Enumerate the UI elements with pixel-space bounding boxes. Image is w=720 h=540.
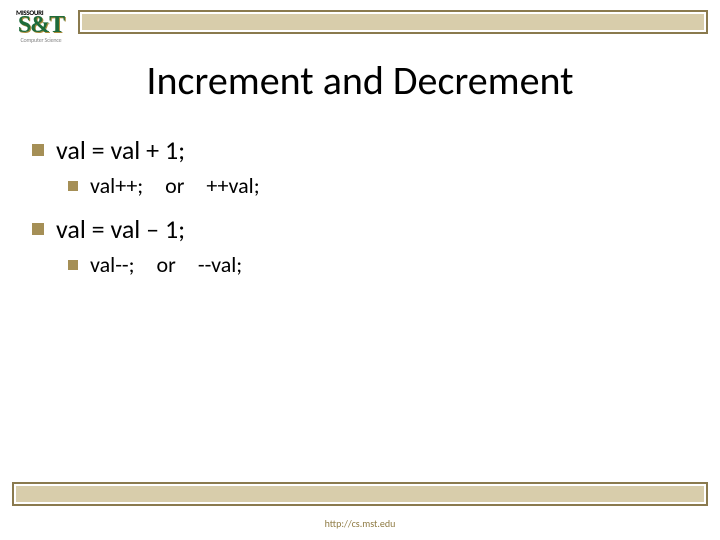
- bullet-text: val--; or --val;: [90, 251, 242, 278]
- university-logo: MISSOURI S&T Computer Science: [10, 4, 72, 48]
- logo-main-text: S&T: [18, 15, 64, 35]
- footer-url: http://cs.mst.edu: [0, 517, 720, 530]
- list-item: val++; or ++val;: [68, 172, 700, 199]
- square-bullet-icon: [68, 181, 78, 191]
- slide-content: val = val + 1; val++; or ++val; val = va…: [32, 134, 700, 292]
- list-item: val--; or --val;: [68, 251, 700, 278]
- bullet-text: val = val – 1;: [56, 213, 185, 245]
- bullet-text: val++; or ++val;: [90, 172, 260, 199]
- slide-title: Increment and Decrement: [0, 56, 720, 105]
- square-bullet-icon: [68, 260, 78, 270]
- list-item: val = val – 1;: [32, 213, 700, 245]
- list-item: val = val + 1;: [32, 134, 700, 166]
- header-bar: [78, 10, 708, 34]
- footer-bar: [12, 482, 708, 506]
- square-bullet-icon: [32, 223, 44, 235]
- bullet-text: val = val + 1;: [56, 134, 185, 166]
- square-bullet-icon: [32, 144, 44, 156]
